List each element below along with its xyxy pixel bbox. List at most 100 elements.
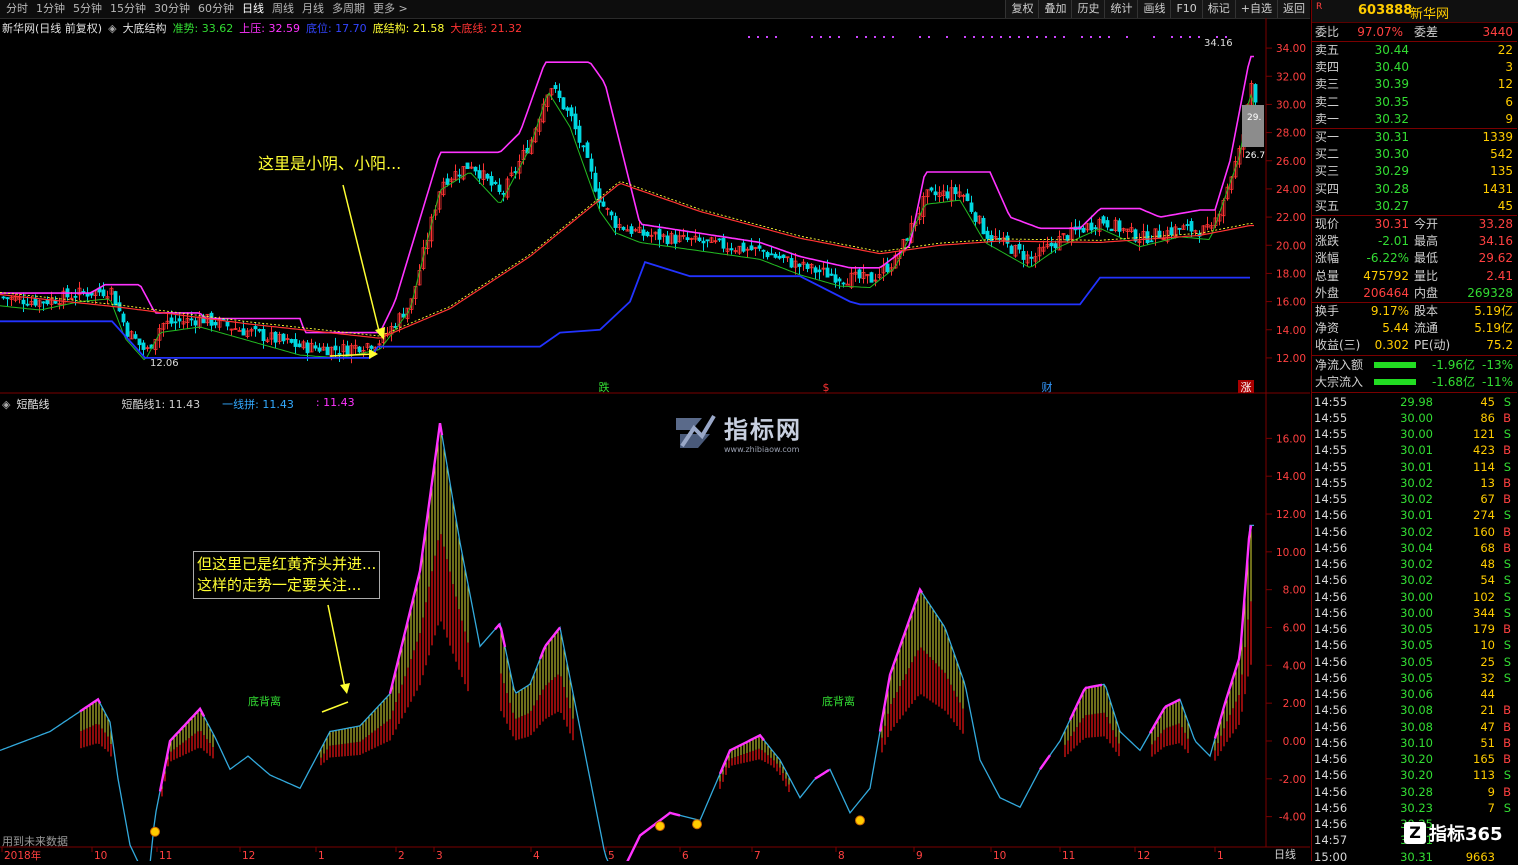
tick-row: 14:56 30.02 54 S [1312,572,1517,588]
candle-body [833,274,838,283]
y-tick-label: 0.00 [1283,736,1306,748]
tick-time: 14:55 [1314,394,1348,409]
y-tick-label: 30.00 [1276,99,1306,111]
watermark: 指标网 www.zhibiaow.com [672,410,802,454]
candle-body [101,289,106,297]
tick-row: 14:56 30.23 7 S [1312,800,1517,816]
x-tick-label: 5 [608,850,615,861]
event-marker[interactable]: 财 [1042,380,1053,394]
candle-body [1169,227,1174,236]
quote-value: 30.31 [1374,217,1409,231]
tick-side: S [1503,768,1511,783]
tick-volume: 274 [1473,508,1495,523]
strong-rise-line [158,706,206,792]
quote-row: 总量 475792 量比 2.41 [1312,268,1517,285]
candle-body [1105,220,1110,228]
quote-row: 涨跌 -2.01 最高 34.16 [1312,233,1517,250]
y-tick-label: 22.00 [1276,212,1306,224]
tick-volume: 113 [1473,768,1495,783]
candle-body [749,245,754,251]
tick-side: S [1503,573,1511,588]
event-marker[interactable]: $ [823,381,830,394]
tick-time: 14:55 [1314,459,1348,474]
signal-dot [1081,36,1083,38]
signal-dot [775,36,777,38]
tick-price: 30.00 [1400,410,1433,425]
x-tick-label: 1 [318,850,325,861]
candle-body [317,347,322,352]
price-chart[interactable]: 34.0032.0030.0028.0026.0024.0022.0020.00… [0,0,1310,861]
candle-body [497,184,502,192]
tick-side: S [1503,427,1511,442]
tick-side: S [1503,670,1511,685]
tick-row: 14:56 30.00 344 S [1312,605,1517,621]
ask-label: 卖三 [1315,77,1340,92]
tick-side: B [1503,752,1511,767]
signal-dot [991,36,993,38]
y-tick-label: 14.00 [1276,471,1306,483]
y-tick-label: 14.00 [1276,325,1306,337]
bottom-signal-dot[interactable] [655,821,665,832]
tick-row: 14:56 30.02 48 S [1312,556,1517,572]
candle-body [817,269,822,273]
tick-volume: 165 [1473,752,1495,767]
candle-body [253,326,258,330]
signal-dot [874,36,876,38]
signal-dot [766,36,768,38]
candle-body [585,142,590,158]
ask-volume: 3 [1505,60,1513,75]
y-tick-label: 34.00 [1276,43,1306,55]
candle-body [457,174,462,177]
ask-volume: 12 [1497,77,1513,92]
candle-body [1029,256,1034,259]
bottom-signal-dot[interactable] [692,819,702,830]
candle-body [613,215,618,228]
tick-time: 14:56 [1314,687,1348,702]
signal-dot [1198,36,1200,38]
event-marker[interactable]: 涨 [1241,381,1252,394]
quote-row: 外盘 206464 内盘 269328 [1312,285,1517,302]
tick-time: 14:56 [1314,524,1348,539]
event-marker[interactable]: 跌 [599,380,610,394]
quote-row: 卖四 30.40 3 [1312,59,1517,76]
y-tick-label: 12.00 [1276,353,1306,365]
quote-row: 净资 5.44 流通 5.19亿 [1312,320,1517,337]
candle-body [177,318,182,322]
tick-price: 30.20 [1400,768,1433,783]
candle-body [1017,243,1022,250]
tick-time: 15:00 [1314,849,1348,864]
quote-label: 现价 [1315,217,1340,231]
candle-body [797,263,802,267]
bottom-signal-dot[interactable] [150,826,160,837]
candle-body [33,297,38,306]
signal-dot [946,36,948,38]
y-tick-label: 16.00 [1276,433,1306,445]
stat-value: 75.2 [1486,338,1513,353]
candle-body [273,331,278,343]
tick-volume: 51 [1480,735,1495,750]
tick-price: 30.01 [1400,443,1433,458]
candle-body [261,329,266,341]
candle-body [813,267,818,273]
tick-side: B [1503,524,1511,539]
y-tick-label: 10.00 [1276,547,1306,559]
tick-volume: 121 [1473,427,1495,442]
candle-body [21,299,26,305]
tick-time: 14:57 [1314,833,1348,848]
signal-dot [1045,36,1047,38]
tick-price: 30.10 [1400,735,1433,750]
candle-body [113,291,118,306]
tick-row: 14:56 30.28 9 B [1312,784,1517,800]
quote-row: 卖二 30.35 6 [1312,94,1517,111]
tick-price: 30.05 [1400,638,1433,653]
strong-rise-line [814,768,830,780]
quote-value: -2.01 [1377,234,1409,249]
signal-dot [811,36,813,38]
candle-body [945,191,950,199]
tick-row: 14:56 30.01 274 S [1312,507,1517,523]
tick-row: 14:55 30.00 86 B [1312,410,1517,426]
tick-volume: 7 [1487,800,1495,815]
box-top-label: 29. [1247,113,1261,123]
bottom-signal-dot[interactable] [855,815,865,826]
watermark-url: www.zhibiaow.com [724,445,800,454]
